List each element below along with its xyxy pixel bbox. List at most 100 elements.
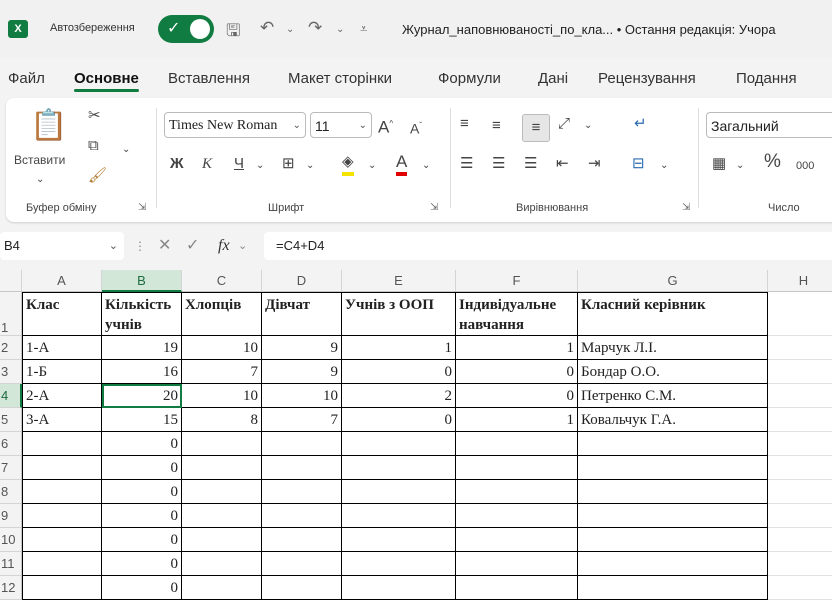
- row-header-4[interactable]: 4: [0, 384, 22, 408]
- thousands-separator-button[interactable]: 000: [796, 156, 814, 176]
- cell-d5[interactable]: 7: [262, 408, 342, 432]
- cell-c11[interactable]: [182, 552, 262, 576]
- cell-c2[interactable]: 10: [182, 336, 262, 360]
- italic-button[interactable]: К: [202, 154, 212, 174]
- merge-dropdown-icon[interactable]: ⌄: [660, 156, 668, 176]
- alignment-launcher-icon[interactable]: ⇲: [682, 202, 690, 213]
- paste-button[interactable]: Вставити: [14, 150, 65, 170]
- font-size-select[interactable]: 11 ⌄: [310, 112, 372, 138]
- accounting-dropdown-icon[interactable]: ⌄: [736, 156, 744, 176]
- cell-e1[interactable]: Учнів з ООП: [342, 292, 456, 336]
- cell-b9[interactable]: 0: [102, 504, 182, 528]
- column-header-c[interactable]: C: [182, 270, 262, 292]
- fill-color-dropdown-icon[interactable]: ⌄: [368, 156, 376, 176]
- increase-font-size-icon[interactable]: A^: [378, 114, 393, 138]
- cell-f9[interactable]: [456, 504, 578, 528]
- cell-b4[interactable]: 20: [102, 384, 182, 408]
- format-painter-icon[interactable]: 🖌: [88, 166, 107, 186]
- row-header-1[interactable]: 1: [0, 292, 22, 336]
- row-header-12[interactable]: 12: [0, 576, 22, 600]
- cell-c5[interactable]: 8: [182, 408, 262, 432]
- tab-review[interactable]: Рецензування: [598, 70, 696, 87]
- cell-g10[interactable]: [578, 528, 768, 552]
- redo-dropdown-icon[interactable]: ⌄: [336, 24, 344, 35]
- cell-a5[interactable]: 3-А: [22, 408, 102, 432]
- number-format-select[interactable]: Загальний: [706, 112, 832, 138]
- save-icon[interactable]: 🖫: [226, 18, 240, 47]
- cell-a2[interactable]: 1-А: [22, 336, 102, 360]
- row-header-9[interactable]: 9: [0, 504, 22, 528]
- cell-c7[interactable]: [182, 456, 262, 480]
- underline-dropdown-icon[interactable]: ⌄: [256, 156, 264, 176]
- bold-button[interactable]: Ж: [170, 154, 184, 174]
- font-launcher-icon[interactable]: ⇲: [430, 202, 438, 213]
- cell-b12[interactable]: 0: [102, 576, 182, 600]
- cell-a8[interactable]: [22, 480, 102, 504]
- redo-icon[interactable]: ↷: [308, 18, 322, 38]
- cell-e12[interactable]: [342, 576, 456, 600]
- cell-e7[interactable]: [342, 456, 456, 480]
- cell-c3[interactable]: 7: [182, 360, 262, 384]
- orientation-dropdown-icon[interactable]: ⌄: [584, 116, 592, 136]
- cell-b2[interactable]: 19: [102, 336, 182, 360]
- cell-d4[interactable]: 10: [262, 384, 342, 408]
- cell-e6[interactable]: [342, 432, 456, 456]
- cell-e8[interactable]: [342, 480, 456, 504]
- cut-icon[interactable]: ✂: [88, 106, 101, 126]
- customize-toolbar-icon[interactable]: ⩡: [360, 21, 367, 37]
- cell-g8[interactable]: [578, 480, 768, 504]
- cell-g1[interactable]: Класний керівник: [578, 292, 768, 336]
- font-color-icon[interactable]: A: [396, 152, 408, 176]
- cell-d12[interactable]: [262, 576, 342, 600]
- text-orientation-icon[interactable]: ⤢: [558, 114, 570, 134]
- merge-cells-icon[interactable]: ⊟: [632, 154, 645, 174]
- borders-dropdown-icon[interactable]: ⌄: [306, 156, 314, 176]
- row-header-5[interactable]: 5: [0, 408, 22, 432]
- cell-c8[interactable]: [182, 480, 262, 504]
- cell-g9[interactable]: [578, 504, 768, 528]
- row-header-6[interactable]: 6: [0, 432, 22, 456]
- undo-dropdown-icon[interactable]: ⌄: [286, 24, 294, 35]
- cell-g4[interactable]: Петренко С.М.: [578, 384, 768, 408]
- cell-a11[interactable]: [22, 552, 102, 576]
- cell-d10[interactable]: [262, 528, 342, 552]
- cell-f3[interactable]: 0: [456, 360, 578, 384]
- cell-g3[interactable]: Бондар О.О.: [578, 360, 768, 384]
- cell-b11[interactable]: 0: [102, 552, 182, 576]
- underline-button[interactable]: Ч: [234, 154, 244, 174]
- cell-d8[interactable]: [262, 480, 342, 504]
- insert-function-button[interactable]: fx: [218, 232, 230, 260]
- cell-f4[interactable]: 0: [456, 384, 578, 408]
- row-header-3[interactable]: 3: [0, 360, 22, 384]
- cell-f12[interactable]: [456, 576, 578, 600]
- cell-f6[interactable]: [456, 432, 578, 456]
- copy-dropdown-icon[interactable]: ⌄: [122, 140, 130, 160]
- name-box[interactable]: B4 ⌄: [0, 232, 124, 260]
- column-header-f[interactable]: F: [456, 270, 578, 292]
- cell-d9[interactable]: [262, 504, 342, 528]
- tab-formulas[interactable]: Формули: [438, 70, 501, 87]
- paste-dropdown-icon[interactable]: ⌄: [36, 170, 44, 190]
- column-header-e[interactable]: E: [342, 270, 456, 292]
- row-header-11[interactable]: 11: [0, 552, 22, 576]
- cell-b1[interactable]: Кількість учнів: [102, 292, 182, 336]
- align-bottom-icon[interactable]: ≡: [522, 114, 550, 142]
- select-all-corner[interactable]: [0, 270, 22, 292]
- document-title[interactable]: Журнал_наповнюваності_по_кла... • Останн…: [402, 22, 776, 37]
- row-header-2[interactable]: 2: [0, 336, 22, 360]
- cancel-icon[interactable]: ✕: [158, 232, 171, 260]
- cell-b3[interactable]: 16: [102, 360, 182, 384]
- cell-b7[interactable]: 0: [102, 456, 182, 480]
- enter-icon[interactable]: ✓: [186, 232, 199, 260]
- cell-e9[interactable]: [342, 504, 456, 528]
- cell-f1[interactable]: Індивідуальне навчання: [456, 292, 578, 336]
- cell-a4[interactable]: 2-А: [22, 384, 102, 408]
- cell-c1[interactable]: Хлопців: [182, 292, 262, 336]
- cell-f5[interactable]: 1: [456, 408, 578, 432]
- cell-c9[interactable]: [182, 504, 262, 528]
- align-top-icon[interactable]: ≡: [460, 114, 469, 134]
- cell-g7[interactable]: [578, 456, 768, 480]
- cell-e4[interactable]: 2: [342, 384, 456, 408]
- cell-e10[interactable]: [342, 528, 456, 552]
- accounting-format-icon[interactable]: ▦: [712, 154, 726, 174]
